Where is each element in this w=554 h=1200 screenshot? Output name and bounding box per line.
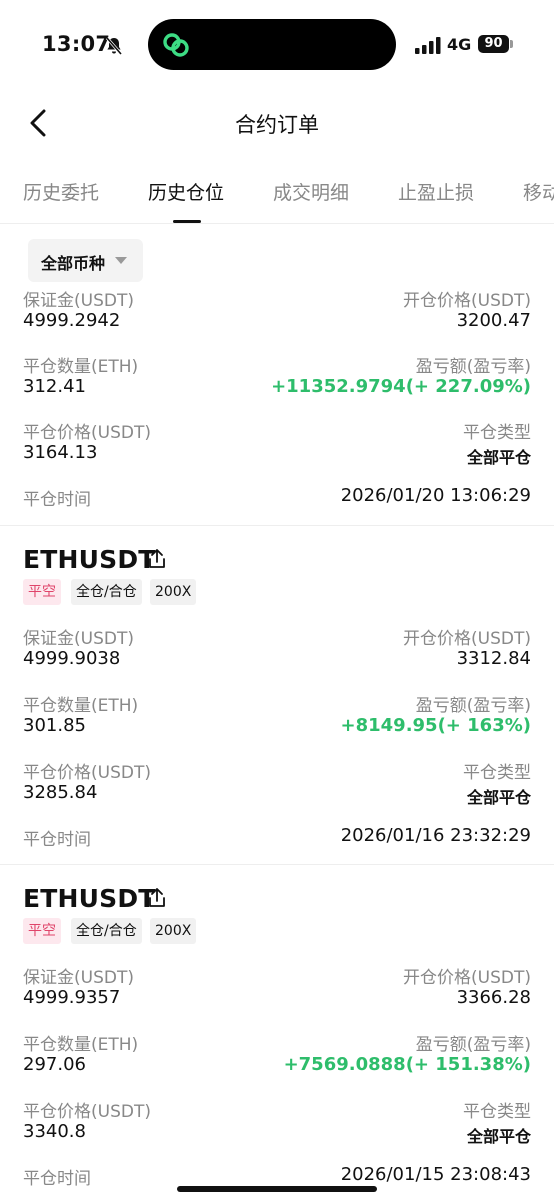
close-qty-label: 平仓数量(ETH) — [23, 357, 139, 377]
close-time-value: 2026/01/15 23:08:43 — [340, 1164, 531, 1185]
close-time-label: 平仓时间 — [23, 1169, 91, 1189]
close-price-label: 平仓价格(USDT) — [23, 423, 151, 443]
close-price-value: 3285.84 — [23, 782, 98, 803]
dynamic-island — [148, 19, 396, 70]
close-time-value: 2026/01/16 23:32:29 — [340, 825, 531, 846]
close-time-label: 平仓时间 — [23, 490, 91, 510]
bell-muted-icon — [105, 37, 123, 55]
margin-mode-badge: 全仓/合仓 — [71, 579, 142, 605]
side-badge: 平空 — [23, 918, 61, 944]
tab-trade-details[interactable]: 成交明细 — [273, 178, 349, 205]
close-time-label: 平仓时间 — [23, 830, 91, 850]
close-time-value: 2026/01/20 13:06:29 — [340, 485, 531, 506]
active-tab-indicator — [173, 220, 201, 223]
caret-down-icon — [115, 257, 127, 264]
link-app-icon — [163, 33, 189, 57]
close-price-label: 平仓价格(USDT) — [23, 1102, 151, 1122]
order-row: 平仓时间 2026/01/16 23:32:29 — [23, 825, 531, 875]
tab-tp-sl[interactable]: 止盈止损 — [398, 178, 474, 205]
signal-icon — [415, 37, 441, 54]
home-indicator[interactable] — [177, 1186, 377, 1192]
pnl-value: +8149.95(+ 163%) — [340, 715, 531, 736]
close-qty-label: 平仓数量(ETH) — [23, 1035, 139, 1055]
order-row: 平仓时间 2026/01/20 13:06:29 — [23, 485, 531, 535]
close-type-label: 平仓类型 — [463, 763, 531, 783]
open-price-label: 开仓价格(USDT) — [403, 968, 531, 988]
divider — [0, 864, 554, 865]
open-price-value: 3200.47 — [456, 310, 531, 331]
share-icon[interactable] — [146, 548, 168, 570]
open-price-label: 开仓价格(USDT) — [403, 291, 531, 311]
close-qty-label: 平仓数量(ETH) — [23, 696, 139, 716]
open-price-value: 3366.28 — [456, 987, 531, 1008]
side-badge: 平空 — [23, 579, 61, 605]
tab-bar: 历史委托 历史仓位 成交明细 止盈止损 移动 — [0, 168, 554, 224]
tab-trailing[interactable]: 移动 — [523, 178, 554, 205]
battery-icon: 90 — [478, 35, 509, 53]
pnl-value: +7569.0888(+ 151.38%) — [283, 1054, 531, 1075]
header: 合约订单 — [0, 95, 554, 155]
order-row: 保证金(USDT) 4999.2942 开仓价格(USDT) 3200.47 — [23, 286, 531, 336]
order-row: 保证金(USDT) 4999.9038 开仓价格(USDT) 3312.84 — [23, 624, 531, 674]
pnl-label: 盈亏额(盈亏率) — [415, 1035, 531, 1055]
order-row: 平仓数量(ETH) 312.41 盈亏额(盈亏率) +11352.9794(+ … — [23, 352, 531, 402]
leverage-badge: 200X — [150, 579, 197, 605]
pair-name: ETHUSDT — [23, 884, 156, 913]
open-price-value: 3312.84 — [456, 648, 531, 669]
margin-value: 4999.2942 — [23, 310, 121, 331]
tab-history-positions[interactable]: 历史仓位 — [148, 178, 224, 205]
order-row: 保证金(USDT) 4999.9357 开仓价格(USDT) 3366.28 — [23, 963, 531, 1013]
leverage-badge: 200X — [150, 918, 197, 944]
close-qty-value: 312.41 — [23, 376, 86, 397]
close-type-label: 平仓类型 — [463, 1102, 531, 1122]
divider — [0, 525, 554, 526]
close-price-value: 3164.13 — [23, 442, 98, 463]
margin-label: 保证金(USDT) — [23, 629, 134, 649]
pnl-value: +11352.9794(+ 227.09%) — [271, 376, 531, 397]
order-row: 平仓价格(USDT) 3164.13 平仓类型 全部平仓 — [23, 418, 531, 468]
close-type-label: 平仓类型 — [463, 423, 531, 443]
margin-value: 4999.9038 — [23, 648, 121, 669]
page-title: 合约订单 — [235, 113, 319, 137]
close-qty-value: 301.85 — [23, 715, 86, 736]
pnl-label: 盈亏额(盈亏率) — [415, 696, 531, 716]
close-type-value: 全部平仓 — [466, 1127, 531, 1146]
battery-tip — [510, 40, 513, 48]
margin-label: 保证金(USDT) — [23, 291, 134, 311]
margin-label: 保证金(USDT) — [23, 968, 134, 988]
order-row: 平仓数量(ETH) 297.06 盈亏额(盈亏率) +7569.0888(+ 1… — [23, 1030, 531, 1080]
close-type-value: 全部平仓 — [466, 788, 531, 807]
close-price-label: 平仓价格(USDT) — [23, 763, 151, 783]
coin-filter-dropdown[interactable]: 全部币种 — [28, 239, 143, 282]
pnl-label: 盈亏额(盈亏率) — [415, 357, 531, 377]
order-row: 平仓价格(USDT) 3340.8 平仓类型 全部平仓 — [23, 1097, 531, 1147]
share-icon[interactable] — [146, 887, 168, 909]
status-time: 13:07 — [42, 32, 111, 56]
close-qty-value: 297.06 — [23, 1054, 86, 1075]
order-row: 平仓数量(ETH) 301.85 盈亏额(盈亏率) +8149.95(+ 163… — [23, 691, 531, 741]
open-price-label: 开仓价格(USDT) — [403, 629, 531, 649]
margin-mode-badge: 全仓/合仓 — [71, 918, 142, 944]
network-type: 4G — [447, 35, 472, 54]
close-price-value: 3340.8 — [23, 1121, 86, 1142]
pair-name: ETHUSDT — [23, 545, 156, 574]
coin-filter-label: 全部币种 — [41, 254, 106, 273]
order-row: 平仓时间 2026/01/15 23:08:43 — [23, 1164, 531, 1200]
close-type-value: 全部平仓 — [466, 448, 531, 467]
order-row: 平仓价格(USDT) 3285.84 平仓类型 全部平仓 — [23, 758, 531, 808]
tab-history-orders[interactable]: 历史委托 — [23, 178, 99, 205]
margin-value: 4999.9357 — [23, 987, 121, 1008]
status-bar: 13:07 4G 90 — [0, 0, 554, 90]
